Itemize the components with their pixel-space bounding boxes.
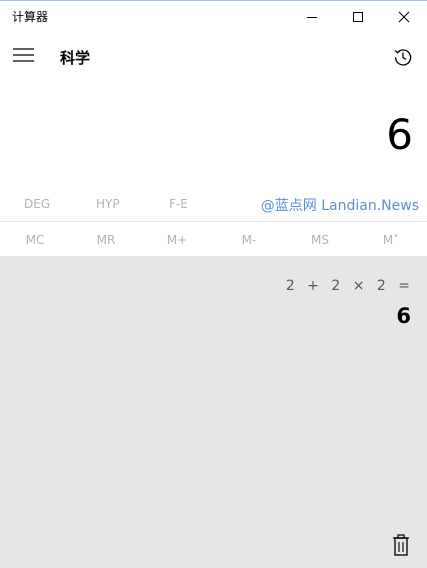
m-minus-button[interactable]: M- <box>242 233 257 247</box>
mode-title: 科学 <box>60 49 91 67</box>
trash-icon <box>393 534 409 556</box>
history-button[interactable] <box>385 39 421 75</box>
history-panel: 2 + 2 × 2 = 6 <box>0 256 427 568</box>
ms-button[interactable]: MS <box>311 233 329 247</box>
minimize-button[interactable] <box>289 1 335 33</box>
mc-button[interactable]: MC <box>26 233 45 247</box>
maximize-button[interactable] <box>335 1 381 33</box>
memory-row: MC MR M+ M- MS M˅ <box>0 222 427 256</box>
close-button[interactable] <box>381 1 427 33</box>
title-bar: 计算器 <box>0 0 427 33</box>
deg-button[interactable]: DEG <box>24 197 50 211</box>
close-icon <box>398 11 410 23</box>
mr-button[interactable]: MR <box>97 233 116 247</box>
clear-history-button[interactable] <box>389 532 413 558</box>
minimize-icon <box>307 17 317 18</box>
memory-dropdown-button[interactable]: M˅ <box>383 233 399 247</box>
history-icon <box>394 49 412 66</box>
history-expression: 2 + 2 × 2 = <box>285 278 411 294</box>
navigation-menu-button[interactable] <box>6 37 42 73</box>
window-title: 计算器 <box>12 10 49 24</box>
result-display: 6 <box>386 110 413 159</box>
m-plus-button[interactable]: M+ <box>167 233 187 247</box>
watermark: @蓝点网 Landian.News <box>260 198 419 214</box>
history-result: 6 <box>396 304 411 328</box>
hyp-button[interactable]: HYP <box>96 197 120 211</box>
maximize-icon <box>353 12 363 22</box>
app-header: 科学 <box>0 33 427 83</box>
hamburger-icon <box>13 48 34 62</box>
fe-button[interactable]: F-E <box>169 197 188 211</box>
